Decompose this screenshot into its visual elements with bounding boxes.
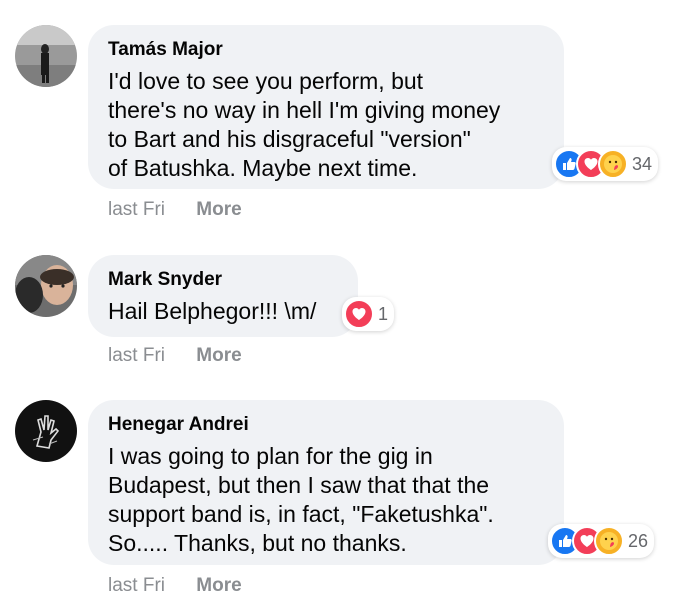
comment-meta: last Fri More bbox=[108, 575, 242, 597]
comment-text: I was going to plan for the gig in Budap… bbox=[108, 443, 494, 556]
more-button[interactable]: More bbox=[196, 199, 241, 221]
avatar-tamas-major[interactable] bbox=[15, 25, 77, 87]
reaction-count: 1 bbox=[378, 303, 389, 324]
reaction-count: 26 bbox=[628, 530, 649, 551]
reaction-count: 34 bbox=[632, 153, 653, 174]
comment-bubble: Mark Snyder Hail Belphegor!!! \m/ bbox=[88, 255, 358, 337]
comment-bubble: Tamás Major I'd love to see you perform,… bbox=[88, 25, 564, 189]
profile-photo bbox=[15, 400, 77, 462]
comment-timestamp[interactable]: last Fri bbox=[108, 345, 165, 367]
care-icon bbox=[598, 149, 628, 179]
comment-text: I'd love to see you perform, but there's… bbox=[108, 68, 501, 181]
more-button[interactable]: More bbox=[196, 345, 241, 367]
care-icon bbox=[594, 526, 624, 556]
comment-timestamp[interactable]: last Fri bbox=[108, 199, 165, 221]
comment-author[interactable]: Tamás Major bbox=[108, 38, 544, 62]
comment-author[interactable]: Mark Snyder bbox=[108, 268, 338, 292]
profile-photo bbox=[15, 255, 77, 317]
comment-bubble: Henegar Andrei I was going to plan for t… bbox=[88, 400, 564, 565]
love-icon bbox=[344, 299, 374, 329]
comment-author[interactable]: Henegar Andrei bbox=[108, 413, 544, 437]
avatar-henegar-andrei[interactable] bbox=[15, 400, 77, 462]
comment-timestamp[interactable]: last Fri bbox=[108, 575, 165, 597]
reactions-summary[interactable]: 1 bbox=[342, 297, 395, 331]
reactions-summary[interactable]: 26 bbox=[548, 524, 655, 558]
more-button[interactable]: More bbox=[196, 575, 241, 597]
comment-meta: last Fri More bbox=[108, 345, 242, 367]
comment-meta: last Fri More bbox=[108, 199, 242, 221]
avatar-mark-snyder[interactable] bbox=[15, 255, 77, 317]
profile-photo bbox=[15, 25, 77, 87]
comment-text: Hail Belphegor!!! \m/ bbox=[108, 298, 317, 324]
reactions-summary[interactable]: 34 bbox=[552, 147, 659, 181]
